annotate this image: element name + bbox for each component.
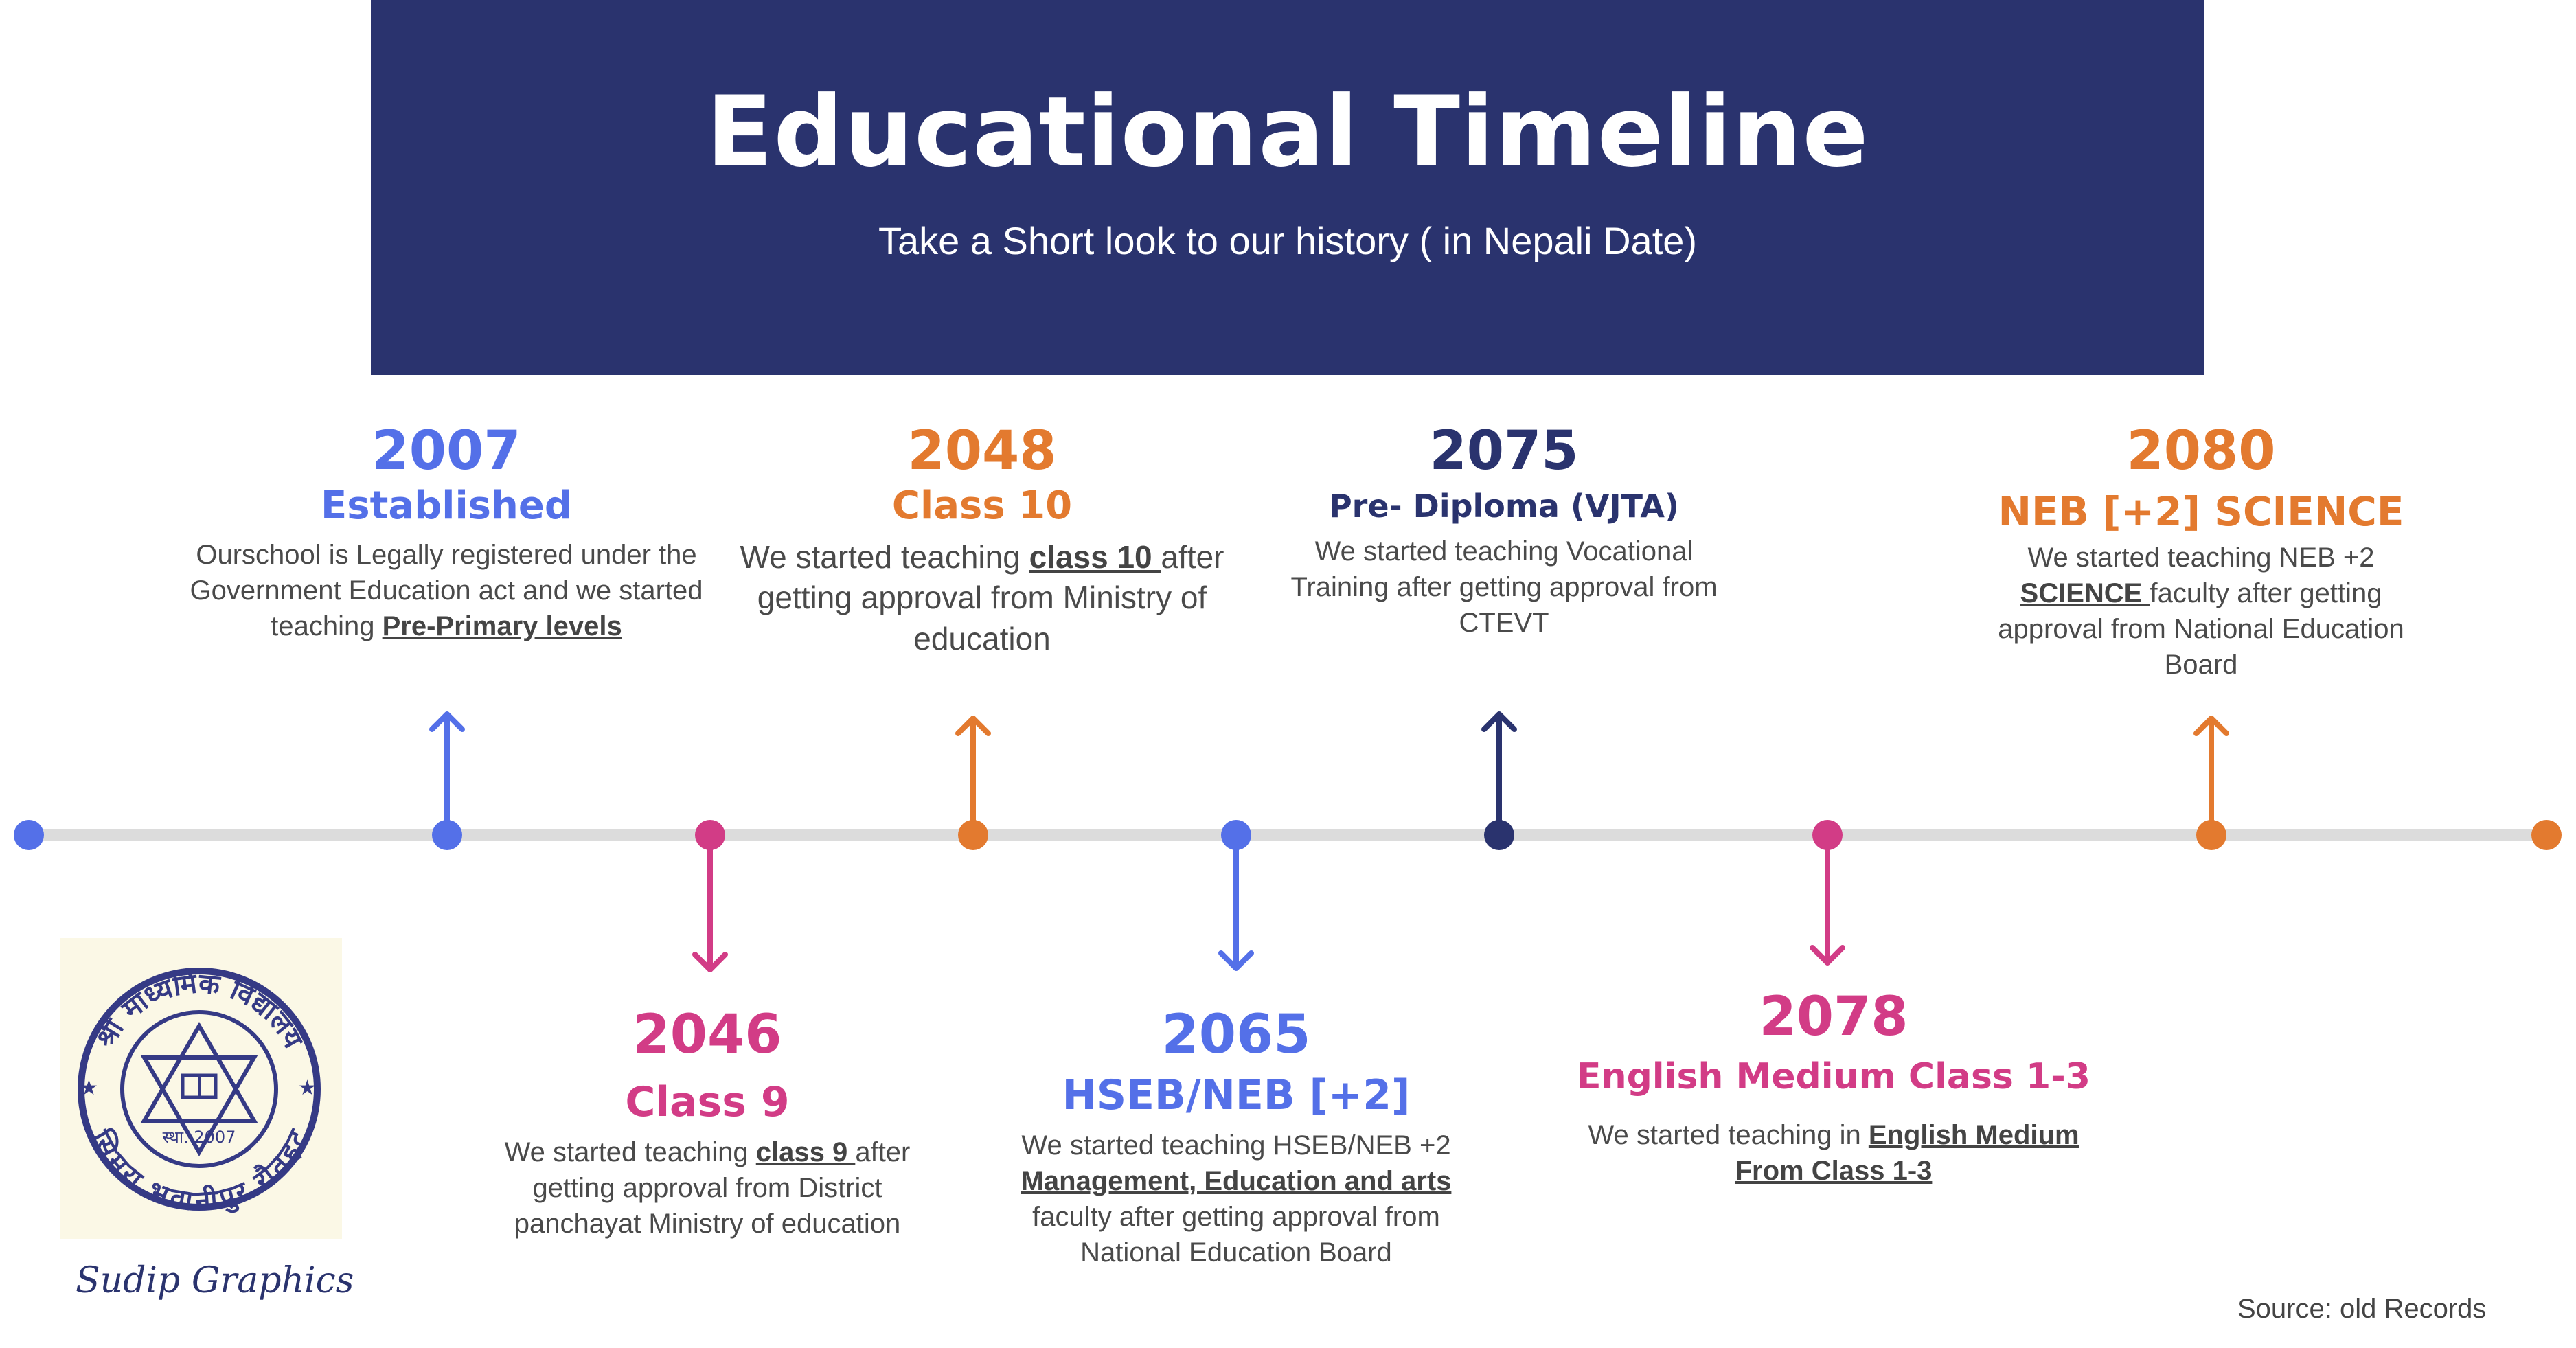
timeline-start-dot bbox=[14, 820, 44, 850]
source-note: Source: old Records bbox=[2237, 1294, 2487, 1324]
timeline-dot-2046 bbox=[695, 820, 725, 850]
event-year: 2075 bbox=[1429, 420, 1579, 482]
event-2080: 2080 NEB [+2] SCIENCE We started teachin… bbox=[1971, 424, 2431, 683]
highlighted-text: class 9 bbox=[755, 1137, 856, 1167]
event-year: 2065 bbox=[1161, 1004, 1311, 1066]
event-year: 2080 bbox=[2126, 420, 2276, 482]
event-description: We started teaching in English Medium Fr… bbox=[1588, 1120, 2079, 1187]
svg-text:★: ★ bbox=[298, 1076, 317, 1100]
event-description: Ourschool is Legally registered under th… bbox=[190, 539, 703, 641]
event-description: We started teaching NEB +2 SCIENCE facul… bbox=[1998, 542, 2404, 680]
event-2007: 2007 Established Ourschool is Legally re… bbox=[185, 424, 707, 644]
event-description: We started teaching Vocational Training … bbox=[1290, 536, 1718, 638]
event-title: Pre- Diploma (VJTA) bbox=[1328, 488, 1680, 525]
event-title: HSEB/NEB [+2] bbox=[1062, 1071, 1411, 1119]
event-2078: 2078 English Medium Class 1-3 We started… bbox=[1573, 990, 2095, 1189]
timeline-dot-2075 bbox=[1484, 820, 1514, 850]
event-year: 2078 bbox=[1759, 986, 1908, 1048]
event-description: We started teaching class 9 after gettin… bbox=[504, 1137, 911, 1239]
svg-text:★: ★ bbox=[80, 1076, 98, 1100]
timeline-dot-2048 bbox=[958, 820, 988, 850]
highlighted-text: Management, Education and arts bbox=[1021, 1166, 1452, 1196]
event-year: 2048 bbox=[907, 420, 1057, 482]
event-title: NEB [+2] SCIENCE bbox=[1998, 488, 2404, 535]
event-description: We started teaching class 10 after getti… bbox=[740, 538, 1224, 657]
event-year: 2046 bbox=[632, 1004, 782, 1066]
event-title: English Medium Class 1-3 bbox=[1577, 1056, 2090, 1097]
seal-estd-text: स्था. 2007 bbox=[163, 1128, 236, 1147]
event-description: We started teaching HSEB/NEB +2 Manageme… bbox=[1021, 1130, 1452, 1268]
event-2075: 2075 Pre- Diploma (VJTA) We started teac… bbox=[1264, 424, 1744, 641]
timeline-dot-2080 bbox=[2196, 820, 2226, 850]
event-year: 2007 bbox=[372, 420, 521, 482]
event-title: Class 9 bbox=[625, 1078, 790, 1126]
event-2048: 2048 Class 10 We started teaching class … bbox=[728, 424, 1236, 660]
event-title: Class 10 bbox=[891, 483, 1073, 528]
signature-text: Sudip Graphics bbox=[76, 1260, 354, 1301]
timeline-end-dot bbox=[2531, 820, 2562, 850]
highlighted-text: English Medium From Class 1-3 bbox=[1735, 1120, 2079, 1187]
timeline-dot-2078 bbox=[1812, 820, 1843, 850]
highlighted-text: class 10 bbox=[1029, 538, 1161, 575]
timeline-dot-2007 bbox=[432, 820, 462, 850]
event-2065: 2065 HSEB/NEB [+2] We started teaching H… bbox=[996, 1008, 1477, 1270]
timeline-dot-2065 bbox=[1221, 820, 1251, 850]
school-seal-icon: ★ ★ श्री माध्यमिक विद्यालय सिमरा भवानीपु… bbox=[60, 938, 342, 1239]
highlighted-text: Pre-Primary levels bbox=[382, 610, 622, 641]
event-title: Established bbox=[321, 483, 572, 528]
school-logo: ★ ★ श्री माध्यमिक विद्यालय सिमरा भवानीपु… bbox=[60, 938, 342, 1239]
event-2046: 2046 Class 9 We started teaching class 9… bbox=[467, 1008, 948, 1242]
highlighted-text: SCIENCE bbox=[2020, 578, 2150, 608]
